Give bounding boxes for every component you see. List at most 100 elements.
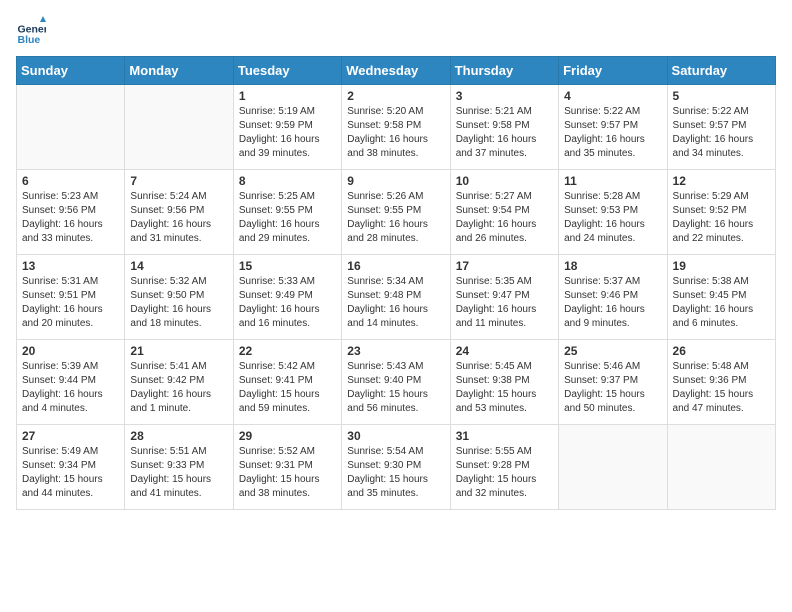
- calendar-cell: 5 Sunrise: 5:22 AMSunset: 9:57 PMDaylight…: [667, 85, 775, 170]
- day-info: Sunrise: 5:22 AMSunset: 9:57 PMDaylight:…: [673, 105, 770, 161]
- calendar-cell: 29Sunrise: 5:52 AMSunset: 9:31 PMDayligh…: [233, 425, 341, 510]
- calendar-cell: 15Sunrise: 5:33 AMSunset: 9:49 PMDayligh…: [233, 255, 341, 340]
- day-number: 22: [239, 344, 336, 358]
- calendar-cell: [667, 425, 775, 510]
- day-info: Sunrise: 5:27 AMSunset: 9:54 PMDaylight:…: [456, 190, 553, 246]
- day-info: Sunrise: 5:29 AMSunset: 9:52 PMDaylight:…: [673, 190, 770, 246]
- calendar-cell: 20 Sunrise: 5:39 AMSunset: 9:44 PMDayligh…: [17, 340, 125, 425]
- calendar-week-4: 20 Sunrise: 5:39 AMSunset: 9:44 PMDayligh…: [17, 340, 776, 425]
- day-info: Sunrise: 5:31 AMSunset: 9:51 PMDaylight:…: [22, 275, 119, 331]
- day-info: Sunrise: 5:19 AMSunset: 9:59 PMDaylight:…: [239, 105, 336, 161]
- svg-text:Blue: Blue: [18, 34, 41, 46]
- day-number: 27: [22, 429, 119, 443]
- day-info: Sunrise: 5:45 AMSunset: 9:38 PMDaylight:…: [456, 360, 553, 416]
- day-number: 12: [673, 174, 770, 188]
- calendar-cell: 14 Sunrise: 5:32 AMSunset: 9:50 PMDayligh…: [125, 255, 233, 340]
- day-info: Sunrise: 5:23 AMSunset: 9:56 PMDaylight:…: [22, 190, 119, 246]
- day-number: 18: [564, 259, 661, 273]
- day-number: 14: [130, 259, 227, 273]
- calendar-cell: 17 Sunrise: 5:35 AMSunset: 9:47 PMDayligh…: [450, 255, 558, 340]
- calendar-cell: 2 Sunrise: 5:20 AMSunset: 9:58 PMDaylight…: [342, 85, 450, 170]
- logo-icon: General Blue: [16, 16, 46, 46]
- day-number: 16: [347, 259, 444, 273]
- day-info: Sunrise: 5:54 AMSunset: 9:30 PMDaylight:…: [347, 445, 444, 501]
- day-number: 5: [673, 89, 770, 103]
- day-info: Sunrise: 5:51 AMSunset: 9:33 PMDaylight:…: [130, 445, 227, 501]
- logo: General Blue: [16, 16, 50, 46]
- calendar-cell: 23 Sunrise: 5:43 AMSunset: 9:40 PMDayligh…: [342, 340, 450, 425]
- calendar-cell: 10 Sunrise: 5:27 AMSunset: 9:54 PMDayligh…: [450, 170, 558, 255]
- day-number: 19: [673, 259, 770, 273]
- day-info: Sunrise: 5:37 AMSunset: 9:46 PMDaylight:…: [564, 275, 661, 331]
- day-info: Sunrise: 5:22 AMSunset: 9:57 PMDaylight:…: [564, 105, 661, 161]
- day-info: Sunrise: 5:25 AMSunset: 9:55 PMDaylight:…: [239, 190, 336, 246]
- calendar-cell: 21 Sunrise: 5:41 AMSunset: 9:42 PMDayligh…: [125, 340, 233, 425]
- calendar-cell: 1 Sunrise: 5:19 AMSunset: 9:59 PMDaylight…: [233, 85, 341, 170]
- day-number: 8: [239, 174, 336, 188]
- calendar-cell: 24 Sunrise: 5:45 AMSunset: 9:38 PMDayligh…: [450, 340, 558, 425]
- calendar-cell: 9Sunrise: 5:26 AMSunset: 9:55 PMDaylight…: [342, 170, 450, 255]
- day-info: Sunrise: 5:55 AMSunset: 9:28 PMDaylight:…: [456, 445, 553, 501]
- day-header-thursday: Thursday: [450, 57, 558, 85]
- day-number: 4: [564, 89, 661, 103]
- calendar-cell: 12 Sunrise: 5:29 AMSunset: 9:52 PMDayligh…: [667, 170, 775, 255]
- day-number: 1: [239, 89, 336, 103]
- day-header-sunday: Sunday: [17, 57, 125, 85]
- calendar-cell: 13Sunrise: 5:31 AMSunset: 9:51 PMDayligh…: [17, 255, 125, 340]
- day-header-monday: Monday: [125, 57, 233, 85]
- day-header-tuesday: Tuesday: [233, 57, 341, 85]
- day-info: Sunrise: 5:41 AMSunset: 9:42 PMDaylight:…: [130, 360, 227, 416]
- calendar-cell: 8 Sunrise: 5:25 AMSunset: 9:55 PMDaylight…: [233, 170, 341, 255]
- calendar-cell: 16Sunrise: 5:34 AMSunset: 9:48 PMDayligh…: [342, 255, 450, 340]
- day-number: 9: [347, 174, 444, 188]
- day-info: Sunrise: 5:48 AMSunset: 9:36 PMDaylight:…: [673, 360, 770, 416]
- day-info: Sunrise: 5:38 AMSunset: 9:45 PMDaylight:…: [673, 275, 770, 331]
- day-number: 17: [456, 259, 553, 273]
- day-info: Sunrise: 5:39 AMSunset: 9:44 PMDaylight:…: [22, 360, 119, 416]
- day-number: 26: [673, 344, 770, 358]
- day-info: Sunrise: 5:46 AMSunset: 9:37 PMDaylight:…: [564, 360, 661, 416]
- calendar-cell: [559, 425, 667, 510]
- calendar-week-3: 13Sunrise: 5:31 AMSunset: 9:51 PMDayligh…: [17, 255, 776, 340]
- day-number: 2: [347, 89, 444, 103]
- calendar-cell: 28 Sunrise: 5:51 AMSunset: 9:33 PMDayligh…: [125, 425, 233, 510]
- calendar-cell: 7Sunrise: 5:24 AMSunset: 9:56 PMDaylight…: [125, 170, 233, 255]
- calendar-cell: 25 Sunrise: 5:46 AMSunset: 9:37 PMDayligh…: [559, 340, 667, 425]
- calendar-cell: 18 Sunrise: 5:37 AMSunset: 9:46 PMDayligh…: [559, 255, 667, 340]
- day-number: 31: [456, 429, 553, 443]
- calendar-cell: 3 Sunrise: 5:21 AMSunset: 9:58 PMDaylight…: [450, 85, 558, 170]
- calendar-cell: 26 Sunrise: 5:48 AMSunset: 9:36 PMDayligh…: [667, 340, 775, 425]
- day-number: 20: [22, 344, 119, 358]
- calendar-cell: 27 Sunrise: 5:49 AMSunset: 9:34 PMDayligh…: [17, 425, 125, 510]
- calendar-cell: 31 Sunrise: 5:55 AMSunset: 9:28 PMDayligh…: [450, 425, 558, 510]
- day-number: 24: [456, 344, 553, 358]
- calendar-cell: 22Sunrise: 5:42 AMSunset: 9:41 PMDayligh…: [233, 340, 341, 425]
- calendar-table: SundayMondayTuesdayWednesdayThursdayFrid…: [16, 56, 776, 510]
- day-header-wednesday: Wednesday: [342, 57, 450, 85]
- day-number: 28: [130, 429, 227, 443]
- calendar-cell: 11Sunrise: 5:28 AMSunset: 9:53 PMDayligh…: [559, 170, 667, 255]
- calendar-week-5: 27 Sunrise: 5:49 AMSunset: 9:34 PMDayligh…: [17, 425, 776, 510]
- day-number: 10: [456, 174, 553, 188]
- day-info: Sunrise: 5:43 AMSunset: 9:40 PMDaylight:…: [347, 360, 444, 416]
- calendar-cell: 6 Sunrise: 5:23 AMSunset: 9:56 PMDaylight…: [17, 170, 125, 255]
- day-info: Sunrise: 5:32 AMSunset: 9:50 PMDaylight:…: [130, 275, 227, 331]
- day-info: Sunrise: 5:21 AMSunset: 9:58 PMDaylight:…: [456, 105, 553, 161]
- day-info: Sunrise: 5:52 AMSunset: 9:31 PMDaylight:…: [239, 445, 336, 501]
- day-info: Sunrise: 5:24 AMSunset: 9:56 PMDaylight:…: [130, 190, 227, 246]
- day-number: 11: [564, 174, 661, 188]
- calendar-header-row: SundayMondayTuesdayWednesdayThursdayFrid…: [17, 57, 776, 85]
- day-info: Sunrise: 5:49 AMSunset: 9:34 PMDaylight:…: [22, 445, 119, 501]
- day-number: 3: [456, 89, 553, 103]
- day-header-saturday: Saturday: [667, 57, 775, 85]
- day-number: 6: [22, 174, 119, 188]
- day-info: Sunrise: 5:35 AMSunset: 9:47 PMDaylight:…: [456, 275, 553, 331]
- day-info: Sunrise: 5:20 AMSunset: 9:58 PMDaylight:…: [347, 105, 444, 161]
- calendar-cell: [17, 85, 125, 170]
- day-number: 21: [130, 344, 227, 358]
- day-number: 25: [564, 344, 661, 358]
- day-info: Sunrise: 5:33 AMSunset: 9:49 PMDaylight:…: [239, 275, 336, 331]
- page-header: General Blue: [16, 16, 776, 46]
- calendar-week-1: 1 Sunrise: 5:19 AMSunset: 9:59 PMDaylight…: [17, 85, 776, 170]
- day-number: 23: [347, 344, 444, 358]
